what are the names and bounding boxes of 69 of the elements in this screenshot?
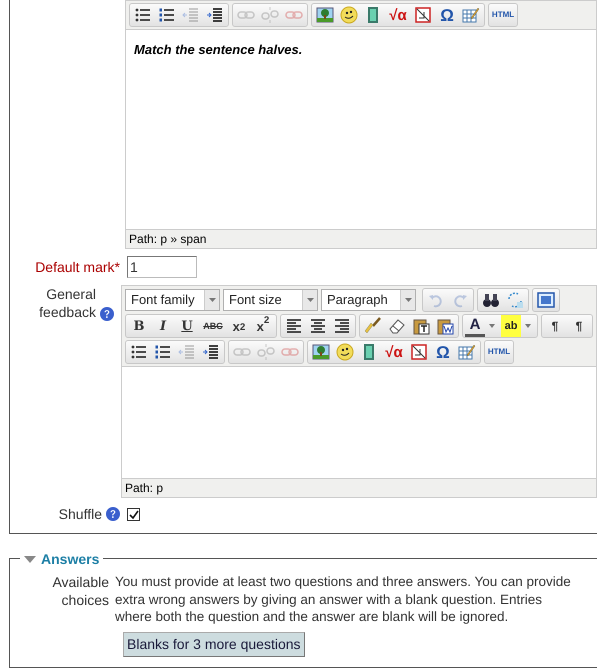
ltr-button[interactable]: ¶: [544, 315, 566, 337]
script-button[interactable]: x$^{2}$: [252, 315, 274, 337]
crossed-box-icon: [414, 6, 432, 24]
fullscreen-icon: [537, 291, 555, 309]
crossed-box-icon: [410, 343, 428, 361]
align-right-icon: [333, 317, 351, 335]
field-label: Shuffle: [58, 506, 102, 522]
editor-text: Match the sentence halves.: [134, 41, 304, 59]
eraser-icon: [388, 317, 406, 335]
help-icon[interactable]: [100, 307, 114, 321]
bold-button[interactable]: B: [128, 315, 150, 337]
binoculars-icon: [482, 291, 500, 309]
replace-icon: [506, 291, 524, 309]
field-label: Default mark*: [35, 258, 120, 274]
strike-button[interactable]: ABC: [200, 315, 226, 337]
caret-icon: [306, 298, 314, 302]
backcolor-button[interactable]: ab: [501, 315, 521, 337]
dropdown-select[interactable]: Paragraph: [321, 289, 416, 311]
image-icon: [316, 6, 334, 24]
clipboard-icon: [436, 317, 454, 335]
instructions-text: You must provide at least two questions and three answers. You can provide extra wrong answers by giving an answer with a blank question. Entries where both the question and the answer are blank will be ignored.: [115, 573, 572, 626]
caret-icon[interactable]: [523, 323, 533, 329]
equation-button[interactable]: √α: [386, 4, 410, 26]
field-label: General feedback: [38, 285, 96, 321]
section-title[interactable]: Answers: [41, 549, 100, 570]
numbered-list-icon: [154, 343, 172, 361]
indent-icon: [202, 343, 220, 361]
bullet-list-icon: [130, 343, 148, 361]
brush-icon: [364, 317, 382, 335]
image-icon: [312, 343, 330, 361]
smiley-icon: [336, 343, 354, 361]
rtl-button[interactable]: ¶: [568, 315, 590, 337]
collapse-triangle-icon[interactable]: [24, 556, 36, 564]
dropdown-select[interactable]: Font size: [223, 289, 318, 311]
editor-path-bar: Path: p: [122, 478, 596, 497]
broken-link-icon: [257, 343, 275, 361]
caret-icon[interactable]: [487, 323, 497, 329]
caret-icon: [208, 298, 216, 302]
html-button[interactable]: HTML: [487, 341, 511, 363]
bullet-list-icon: [134, 6, 152, 24]
check-icon: [128, 510, 138, 520]
align-center-icon: [309, 317, 327, 335]
charmap-button[interactable]: Ω: [436, 4, 458, 26]
help-icon[interactable]: [106, 507, 120, 521]
caret-icon: [404, 298, 412, 302]
italic-button[interactable]: I: [152, 315, 174, 337]
table-edit-icon: [458, 343, 476, 361]
broken-link-icon: [261, 6, 280, 24]
align-left-icon: [285, 317, 303, 335]
emoticon-button[interactable]: [338, 4, 360, 26]
shuffle-checkbox[interactable]: [127, 508, 140, 521]
equation-button[interactable]: √α: [382, 341, 406, 363]
smiley-icon: [340, 6, 358, 24]
indent-icon: [206, 6, 224, 24]
html-button[interactable]: HTML: [491, 4, 516, 26]
charmap-button[interactable]: Ω: [432, 341, 454, 363]
field-label: Available choices: [52, 574, 109, 608]
add-blanks-button[interactable]: Blanks for 3 more questions: [123, 632, 305, 656]
forecolor-button[interactable]: A: [465, 315, 485, 337]
outdent-icon: [178, 343, 196, 361]
editor-path-bar: Path: p » span: [126, 229, 596, 248]
emoticon-button[interactable]: [334, 341, 356, 363]
outdent-icon: [182, 6, 200, 24]
numbered-list-icon: [158, 6, 176, 24]
underline-button[interactable]: U: [176, 315, 198, 337]
dropdown-select[interactable]: Font family: [125, 289, 220, 311]
default-mark-input[interactable]: 1: [127, 256, 197, 278]
table-edit-icon: [462, 6, 480, 24]
clipboard-icon: [412, 317, 430, 335]
